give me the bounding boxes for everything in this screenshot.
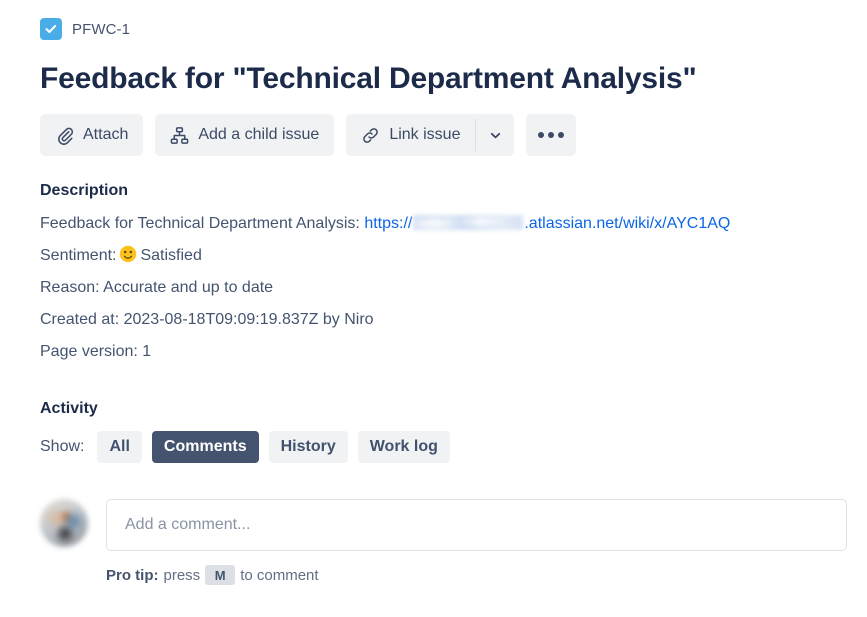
feedback-prefix-text: Feedback for Technical Department Analys… (40, 215, 365, 232)
description-page-version-line: Page version: 1 (40, 343, 152, 360)
url-scheme-text: https:// (364, 215, 413, 232)
url-suffix-text: .atlassian.net/wiki/x/AYC1AQ (524, 215, 731, 232)
sentiment-label: Sentiment: (40, 247, 117, 264)
comment-column: Pro tip: press M to comment (106, 499, 847, 585)
issue-action-toolbar: Attach Add a child issue Link issue (40, 114, 847, 156)
pro-tip: Pro tip: press M to comment (106, 565, 847, 585)
pro-tip-bold: Pro tip: (106, 566, 159, 584)
chevron-down-icon (488, 128, 503, 143)
issue-detail-page: PFWC-1 Feedback for "Technical Departmen… (0, 0, 867, 617)
description-created-line: Created at: 2023-08-18T09:09:19.837Z by … (40, 311, 374, 328)
breadcrumb: PFWC-1 (40, 0, 847, 42)
link-issue-split-button: Link issue (346, 114, 515, 156)
add-comment-row: Pro tip: press M to comment (40, 499, 847, 585)
activity-filter-all[interactable]: All (97, 431, 142, 463)
add-child-issue-label: Add a child issue (198, 126, 320, 143)
activity-filter-comments[interactable]: Comments (151, 431, 259, 463)
activity-filter-history[interactable]: History (268, 431, 348, 463)
chain-link-icon (361, 126, 380, 145)
page-title[interactable]: Feedback for "Technical Department Analy… (40, 61, 847, 97)
description-sentiment-line: Sentiment: Satisfied (40, 240, 847, 272)
description-reason-line: Reason: Accurate and up to date (40, 279, 274, 296)
hierarchy-icon (170, 126, 189, 145)
link-issue-label: Link issue (389, 126, 461, 143)
task-checkbox-icon (40, 18, 62, 40)
show-label: Show: (40, 438, 85, 455)
attach-button-label: Attach (83, 126, 129, 143)
description-feedback-line: Feedback for Technical Department Analys… (40, 208, 847, 240)
slightly-smiling-face-icon (119, 243, 137, 263)
attach-button[interactable]: Attach (40, 114, 144, 156)
pro-tip-press: press (163, 566, 201, 584)
confluence-page-link[interactable]: https:// .atlassian.net/wiki/x/AYC1AQ (364, 215, 730, 232)
description-body: Feedback for Technical Department Analys… (40, 208, 847, 368)
add-child-issue-button[interactable]: Add a child issue (155, 114, 335, 156)
redacted-site-name (413, 215, 524, 230)
pro-tip-tail: to comment (240, 566, 319, 584)
avatar (40, 499, 88, 547)
ellipsis-icon (538, 132, 565, 138)
activity-filter-work-log[interactable]: Work log (357, 431, 450, 463)
link-issue-dropdown-button[interactable] (476, 114, 515, 156)
comment-input[interactable] (106, 499, 847, 551)
sentiment-value: Satisfied (140, 247, 202, 264)
issue-key-link[interactable]: PFWC-1 (72, 21, 130, 38)
link-issue-button[interactable]: Link issue (346, 114, 476, 156)
activity-heading: Activity (40, 400, 98, 417)
more-actions-button[interactable] (526, 114, 577, 156)
keyboard-shortcut-badge: M (205, 565, 236, 585)
paperclip-icon (55, 126, 74, 145)
activity-filter-bar: Show: All Comments History Work log (40, 431, 847, 463)
description-heading: Description (40, 182, 129, 199)
